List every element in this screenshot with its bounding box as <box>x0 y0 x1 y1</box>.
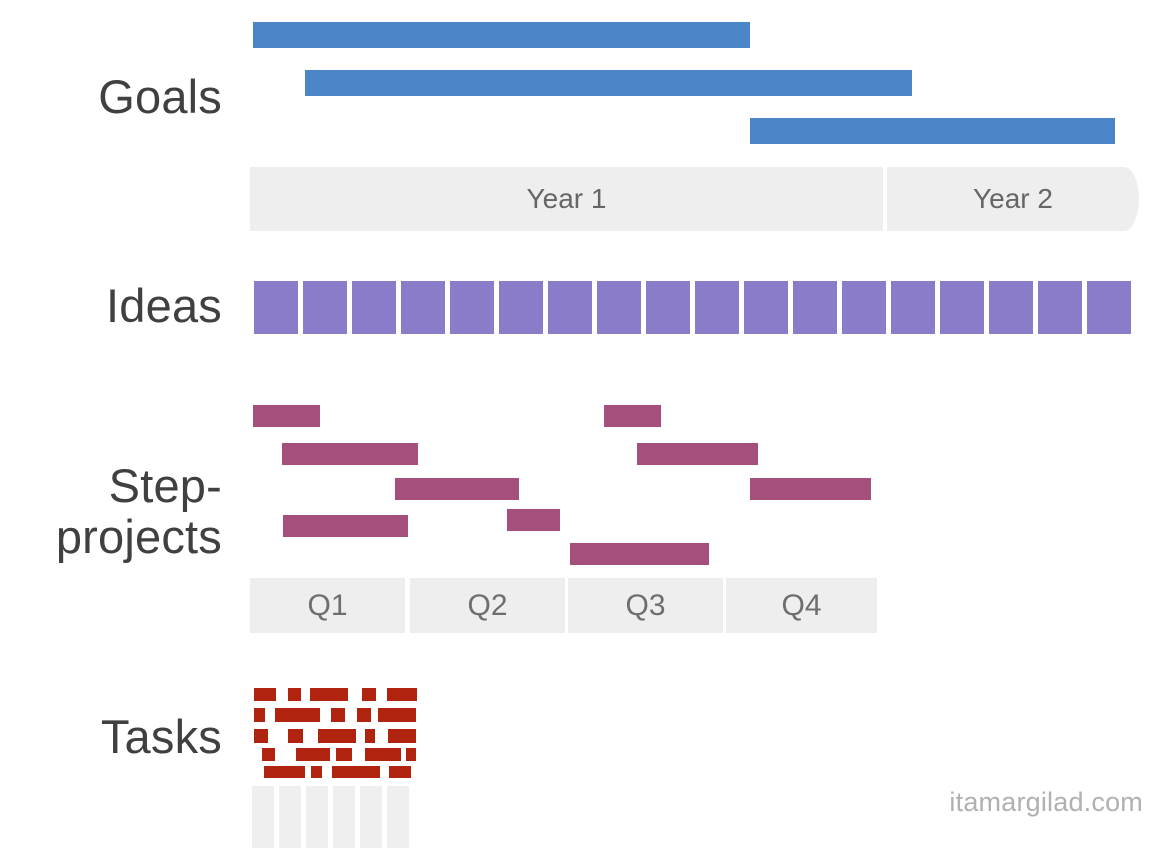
idea-tile[interactable] <box>989 281 1033 334</box>
task-mark[interactable] <box>288 729 303 743</box>
task-column[interactable] <box>252 786 274 848</box>
task-mark[interactable] <box>254 688 276 701</box>
watermark-attribution: itamargilad.com <box>949 787 1143 817</box>
idea-tile[interactable] <box>597 281 641 334</box>
task-mark[interactable] <box>365 748 401 761</box>
step-bar-r5-a[interactable] <box>570 543 709 565</box>
quarter-cell-q4[interactable]: Q4 <box>726 578 877 633</box>
task-mark[interactable] <box>310 688 348 701</box>
task-mark[interactable] <box>361 766 375 778</box>
idea-tile[interactable] <box>695 281 739 334</box>
task-mark[interactable] <box>318 729 356 743</box>
idea-tile[interactable] <box>352 281 396 334</box>
task-column[interactable] <box>333 786 355 848</box>
task-mark[interactable] <box>406 748 416 761</box>
quarter-cell-q3[interactable]: Q3 <box>568 578 723 633</box>
idea-tile[interactable] <box>450 281 494 334</box>
idea-tile[interactable] <box>793 281 837 334</box>
timeline-cell-year-2[interactable]: Year 2 <box>887 167 1139 231</box>
task-mark[interactable] <box>264 766 305 778</box>
idea-tile[interactable] <box>1038 281 1082 334</box>
task-column[interactable] <box>387 786 409 848</box>
step-bar-r1-b[interactable] <box>604 405 661 427</box>
idea-tile[interactable] <box>548 281 592 334</box>
quarter-cell-label: Q4 <box>781 588 822 622</box>
row-label-ideas: Ideas <box>106 279 222 332</box>
step-bar-r4-b[interactable] <box>507 509 560 531</box>
task-mark[interactable] <box>389 766 411 778</box>
quarter-cell-label: Q3 <box>625 588 666 622</box>
idea-tile[interactable] <box>1087 281 1131 334</box>
task-mark[interactable] <box>387 688 417 701</box>
timeline-cell-label: Year 2 <box>973 183 1053 214</box>
row-label-goals: Goals <box>98 70 222 123</box>
timeline-cell-label: Year 1 <box>526 183 607 214</box>
step-bar-r2-b[interactable] <box>637 443 758 465</box>
idea-tile[interactable] <box>842 281 886 334</box>
task-mark[interactable] <box>362 688 376 701</box>
idea-tile[interactable] <box>401 281 445 334</box>
task-mark[interactable] <box>254 708 265 722</box>
task-mark[interactable] <box>275 708 320 722</box>
idea-tile[interactable] <box>744 281 788 334</box>
timeline-cell-year-1[interactable]: Year 1 <box>250 167 883 231</box>
quarter-cell-label: Q1 <box>307 588 348 622</box>
quarter-cell-label: Q2 <box>467 588 508 622</box>
task-mark[interactable] <box>311 766 322 778</box>
task-mark[interactable] <box>296 748 330 761</box>
step-bar-r1-a[interactable] <box>253 405 320 427</box>
task-column[interactable] <box>360 786 382 848</box>
task-mark[interactable] <box>357 708 371 722</box>
quarter-cell-q1[interactable]: Q1 <box>250 578 405 633</box>
row-label-tasks: Tasks <box>100 710 222 763</box>
idea-tile[interactable] <box>646 281 690 334</box>
task-mark[interactable] <box>388 729 416 743</box>
task-column[interactable] <box>279 786 301 848</box>
diagram-canvas: Goals Year 1 Year 2 Ideas Step- projects … <box>0 0 1165 849</box>
idea-tile[interactable] <box>254 281 298 334</box>
row-label-step-projects: Step- projects <box>55 459 222 563</box>
idea-tile[interactable] <box>303 281 347 334</box>
step-bar-r3-a[interactable] <box>395 478 519 500</box>
goal-bar-3[interactable] <box>750 118 1115 144</box>
quarter-cell-q2[interactable]: Q2 <box>410 578 565 633</box>
task-column[interactable] <box>306 786 328 848</box>
idea-tile[interactable] <box>891 281 935 334</box>
task-mark[interactable] <box>254 729 268 743</box>
step-bar-r3-b[interactable] <box>750 478 871 500</box>
goal-bar-1[interactable] <box>253 22 750 48</box>
idea-tile[interactable] <box>499 281 543 334</box>
task-mark[interactable] <box>262 748 275 761</box>
task-mark[interactable] <box>365 729 375 743</box>
task-mark[interactable] <box>331 708 345 722</box>
idea-tile[interactable] <box>940 281 984 334</box>
goal-bar-2[interactable] <box>305 70 912 96</box>
task-mark[interactable] <box>336 748 352 761</box>
step-bar-r2-a[interactable] <box>282 443 418 465</box>
task-mark[interactable] <box>288 688 301 701</box>
step-bar-r4-a[interactable] <box>283 515 408 537</box>
task-mark[interactable] <box>378 708 416 722</box>
